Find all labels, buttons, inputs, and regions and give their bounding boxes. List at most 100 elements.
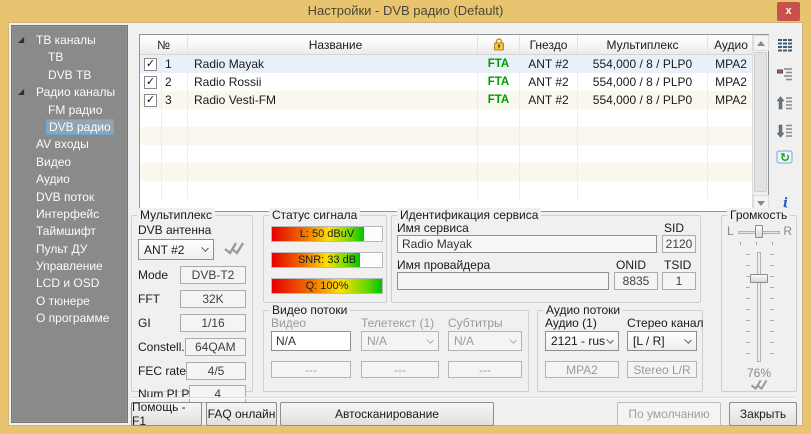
- stereo-channel-select[interactable]: [L / R]: [627, 331, 697, 351]
- channel-name: Radio Mayak: [188, 55, 478, 73]
- teletext-select: N/A: [361, 331, 439, 351]
- header-slot[interactable]: Гнездо: [520, 35, 578, 54]
- lock-icon: [493, 38, 505, 51]
- tree-item-av-inputs[interactable]: AV входы: [12, 136, 127, 153]
- tree-item-dvb-tv[interactable]: DVB ТВ: [12, 67, 127, 84]
- provider-field[interactable]: [397, 272, 609, 290]
- channel-access: FTA: [478, 55, 520, 73]
- expand-arrow-icon[interactable]: ◢: [18, 36, 24, 44]
- rescan-icon[interactable]: ↻: [775, 148, 795, 166]
- volume-slider[interactable]: [757, 252, 761, 362]
- tree-item-lcd-osd[interactable]: LCD и OSD: [12, 275, 127, 292]
- channel-multiplex: 554,000 / 8 / PLP0: [578, 55, 708, 73]
- balance-ticks: [740, 242, 780, 245]
- signal-level-bar: L: 50 dBuV: [271, 226, 383, 242]
- channel-row[interactable]: 3 Radio Vesti-FM FTA ANT #2 554,000 / 8 …: [140, 91, 768, 109]
- double-check-icon: [748, 377, 770, 392]
- header-multiplex[interactable]: Мультиплекс: [578, 35, 708, 54]
- header-audio[interactable]: Аудио: [708, 35, 754, 54]
- channel-audio: MPA2: [708, 55, 754, 73]
- volume-panel: Громкость L R 76%: [721, 215, 797, 392]
- tree-item-interface[interactable]: Интерфейс: [12, 206, 127, 223]
- channel-row[interactable]: 2 Radio Rossii FTA ANT #2 554,000 / 8 / …: [140, 73, 768, 91]
- param-label: Constell.: [138, 340, 185, 354]
- channel-checkbox[interactable]: [144, 94, 157, 107]
- tree-item-fm-radio[interactable]: FM радио: [12, 102, 127, 119]
- apply-antenna-button[interactable]: [222, 239, 246, 262]
- subtitles-select: N/A: [448, 331, 522, 351]
- defaults-button: По умолчанию: [617, 402, 721, 426]
- move-up-icon[interactable]: [775, 94, 795, 112]
- tree-item-audio[interactable]: Аудио: [12, 171, 127, 188]
- header-num[interactable]: №: [140, 35, 188, 54]
- table-scrollbar[interactable]: [752, 35, 768, 211]
- help-button[interactable]: Помощь - F1: [131, 402, 202, 426]
- channel-grid-icon[interactable]: [775, 36, 795, 54]
- tree-item-dvb-stream[interactable]: DVB поток: [12, 189, 127, 206]
- faq-button[interactable]: FAQ онлайн: [206, 402, 277, 426]
- table-row-empty: [140, 163, 768, 181]
- multiplex-panel: Мультиплекс DVB антенна ANT #2 ModeDVB-T…: [131, 215, 253, 392]
- param-label: FEC rate: [138, 364, 186, 378]
- volume-ticks-left: [746, 254, 750, 360]
- chevron-down-icon: [684, 336, 692, 344]
- teletext-label: Телетекст (1): [361, 316, 434, 330]
- balance-slider-thumb[interactable]: [755, 225, 763, 238]
- header-encryption[interactable]: [478, 35, 520, 54]
- channel-number: 2: [162, 73, 188, 91]
- apply-volume-button[interactable]: [748, 377, 770, 397]
- channel-checkbox[interactable]: [144, 76, 157, 89]
- volume-ticks-right: [770, 254, 774, 360]
- signal-snr-label: SNR: 33 dB: [272, 253, 382, 267]
- channel-table: № Название Гнездо Мультиплекс Аудио 1 Ra…: [139, 34, 769, 212]
- channel-audio: MPA2: [708, 73, 754, 91]
- sid-label: SID: [664, 221, 684, 235]
- close-button[interactable]: Закрыть: [729, 402, 797, 426]
- tree-item-about-tuner[interactable]: О тюнере: [12, 293, 127, 310]
- dialog-client-area: ◢ТВ каналы ТВ DVB ТВ ◢Радио каналы FM ра…: [8, 22, 803, 426]
- scroll-up-icon[interactable]: [753, 35, 769, 51]
- channel-slot: ANT #2: [520, 73, 578, 91]
- tree-item-video[interactable]: Видео: [12, 154, 127, 171]
- param-value: 1/16: [180, 314, 246, 332]
- tree-item-radio-channels[interactable]: ◢Радио каналы: [12, 84, 127, 101]
- tree-item-tv[interactable]: ТВ: [12, 49, 127, 66]
- title-bar[interactable]: Настройки - DVB радио (Default): [0, 0, 811, 22]
- volume-slider-thumb[interactable]: [750, 274, 768, 283]
- video-stream-field[interactable]: [271, 331, 351, 351]
- channel-multiplex: 554,000 / 8 / PLP0: [578, 73, 708, 91]
- close-window-button[interactable]: x: [777, 2, 800, 21]
- video-label: Видео: [271, 316, 306, 330]
- tsid-label: TSID: [664, 258, 691, 272]
- antenna-select[interactable]: ANT #2: [138, 239, 214, 260]
- tree-item-dvb-radio[interactable]: DVB радио: [12, 119, 127, 136]
- tree-item-tv-channels[interactable]: ◢ТВ каналы: [12, 32, 127, 49]
- scrollbar-thumb[interactable]: [754, 52, 767, 192]
- header-name[interactable]: Название: [188, 35, 478, 54]
- channel-row[interactable]: 1 Radio Mayak FTA ANT #2 554,000 / 8 / P…: [140, 55, 768, 73]
- move-down-icon[interactable]: [775, 122, 795, 140]
- audio-track-label: Аудио (1): [545, 316, 597, 330]
- channel-slot: ANT #2: [520, 91, 578, 109]
- channel-access: FTA: [478, 91, 520, 109]
- svg-text:↻: ↻: [780, 151, 790, 165]
- audio-codec-field: MPA2: [545, 361, 619, 378]
- tree-item-control[interactable]: Управление: [12, 258, 127, 275]
- service-id-panel: Идентификация сервиса Имя сервиса SID 21…: [391, 215, 701, 303]
- channel-slot: ANT #2: [520, 55, 578, 73]
- tree-item-about-program[interactable]: О программе: [12, 310, 127, 327]
- service-name-field[interactable]: [397, 235, 657, 253]
- deselect-list-icon[interactable]: [775, 65, 795, 83]
- autoscan-button[interactable]: Автосканирование: [280, 402, 494, 426]
- tree-item-timeshift[interactable]: Таймшифт: [12, 223, 127, 240]
- channel-audio: MPA2: [708, 91, 754, 109]
- tree-item-remote[interactable]: Пульт ДУ: [12, 241, 127, 258]
- signal-snr-bar: SNR: 33 dB: [271, 252, 383, 268]
- table-row-empty: [140, 181, 768, 199]
- chevron-down-icon: [509, 336, 517, 344]
- audio-track-select[interactable]: 2121 - rus: [545, 331, 619, 351]
- expand-arrow-icon[interactable]: ◢: [18, 88, 24, 96]
- balance-left-label: L: [727, 224, 734, 238]
- chevron-down-icon: [426, 336, 434, 344]
- channel-checkbox[interactable]: [144, 58, 157, 71]
